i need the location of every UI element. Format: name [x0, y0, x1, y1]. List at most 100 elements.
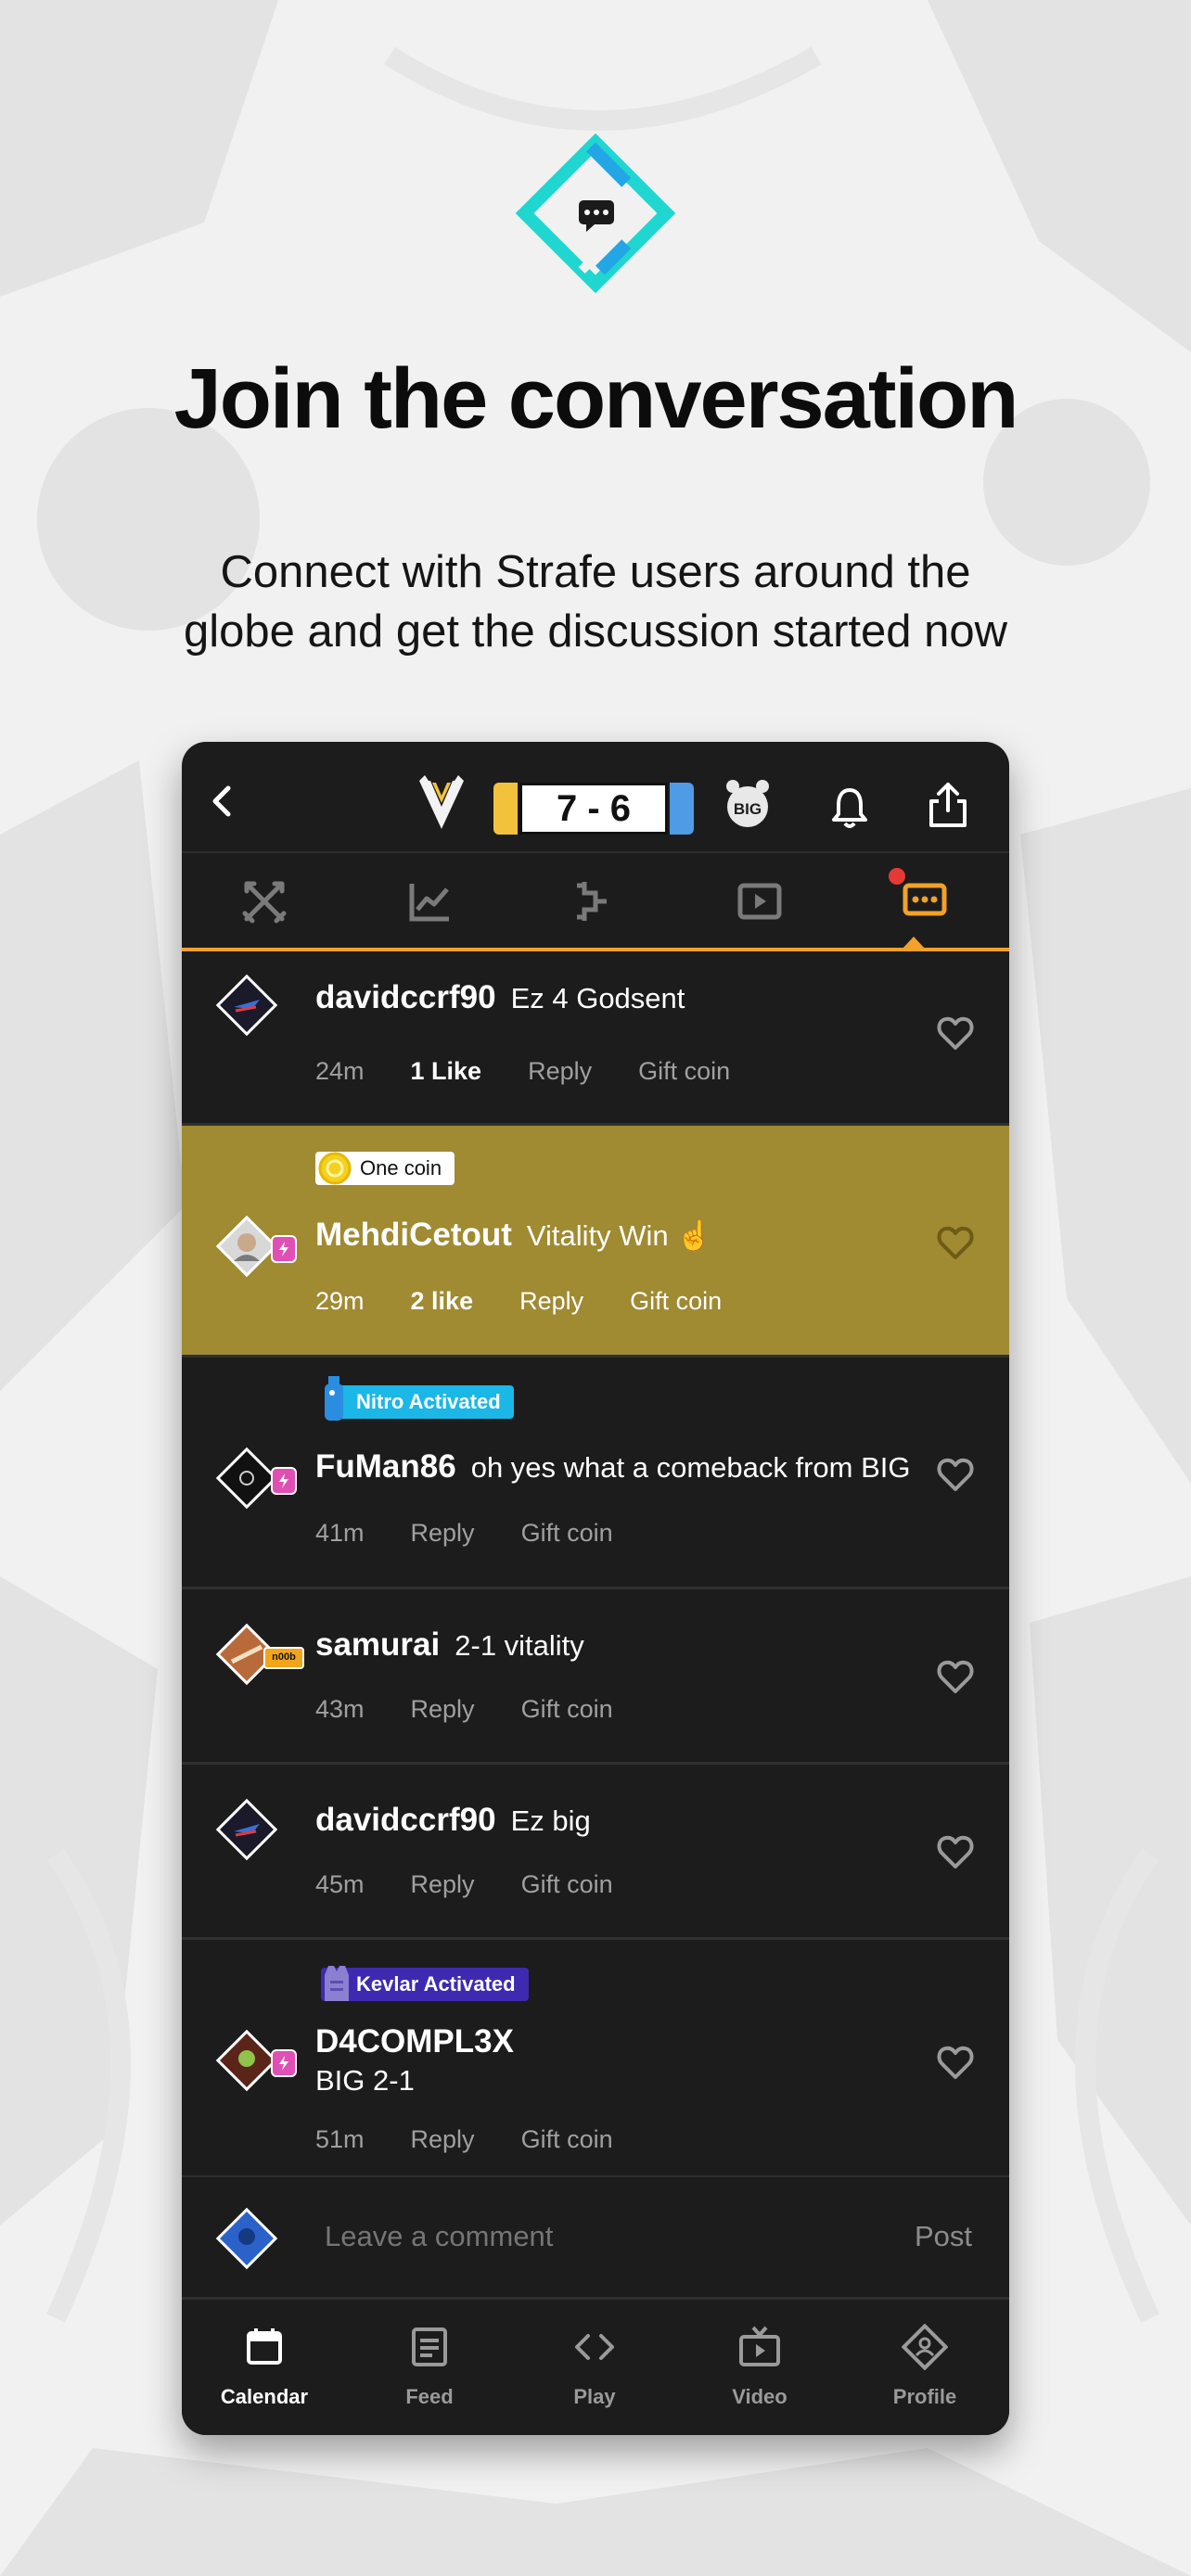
comment-username[interactable]: davidccrf90	[315, 979, 496, 1015]
gift-coin-button[interactable]: Gift coin	[521, 1695, 613, 1723]
avatar-image-icon	[215, 2207, 278, 2270]
post-button[interactable]: Post	[915, 2220, 972, 2253]
nav-play[interactable]: Play	[512, 2300, 677, 2435]
big-logo-icon: BIG	[726, 780, 769, 827]
like-count[interactable]: 2 like	[411, 1287, 474, 1315]
phone-screen: 7 - 6 BIG davidccrf90 Ez 4 Godsent 24m 1…	[182, 742, 1009, 2435]
comment-text: FuMan86 oh yes what a comeback from BIG	[315, 1448, 911, 1486]
comment-username[interactable]: D4COMPL3X	[315, 2023, 514, 2060]
comment-meta: 24m 1 Like Reply Gift coin	[315, 1057, 776, 1086]
reply-button[interactable]: Reply	[411, 1870, 475, 1898]
match-header: 7 - 6 BIG	[182, 742, 1009, 851]
comment-username[interactable]: FuMan86	[315, 1448, 456, 1485]
avatar[interactable]	[215, 1447, 278, 1510]
nav-feed[interactable]: Feed	[347, 2300, 512, 2435]
heart-icon[interactable]	[935, 1831, 976, 1872]
comment-message: Ez big	[510, 1804, 591, 1837]
comment-meta: 51m Reply Gift coin	[315, 2125, 660, 2154]
gift-coin-button[interactable]: Gift coin	[521, 1870, 613, 1898]
share-icon[interactable]	[924, 779, 972, 831]
comment-username[interactable]: MehdiCetout	[315, 1217, 512, 1253]
page-subtitle: Connect with Strafe users around the glo…	[93, 542, 1098, 661]
tab-match[interactable]	[182, 853, 347, 950]
coin-pill-label: One coin	[360, 1156, 442, 1180]
bracket-icon	[577, 882, 607, 921]
comment-message: Ez 4 Godsent	[510, 982, 685, 1014]
tab-chat[interactable]	[842, 853, 1007, 950]
gift-coin-button[interactable]: Gift coin	[521, 1519, 613, 1547]
feed-icon	[412, 2327, 447, 2366]
subtitle-line-1: Connect with Strafe users around the	[220, 547, 971, 597]
active-tab-indicator	[902, 937, 926, 950]
comment-meta: 41m Reply Gift coin	[315, 1519, 660, 1548]
chat-icon	[903, 883, 947, 916]
rank-badge	[271, 2049, 297, 2077]
reply-button[interactable]: Reply	[411, 1519, 475, 1547]
comment-item: davidccrf90 Ez big 45m Reply Gift coin	[182, 1765, 1009, 1940]
avatar[interactable]	[215, 1798, 278, 1861]
current-user-avatar[interactable]	[215, 2207, 278, 2270]
comment-composer: Post	[182, 2175, 1009, 2300]
bell-icon[interactable]	[826, 783, 874, 831]
avatar-image-icon	[215, 1447, 278, 1510]
comment-text: MehdiCetout Vitality Win ☝	[315, 1217, 712, 1254]
comment-item: davidccrf90 Ez 4 Godsent 24m 1 Like Reply Gi…	[182, 951, 1009, 1126]
like-count[interactable]: 1 Like	[411, 1057, 482, 1085]
coin-icon	[318, 1152, 352, 1185]
nav-calendar[interactable]: Calendar	[182, 2300, 347, 2435]
team-1-color	[493, 783, 518, 835]
avatar[interactable]	[215, 2029, 278, 2092]
reply-button[interactable]: Reply	[519, 1287, 583, 1315]
kevlar-pill-label: Kevlar Activated	[356, 1972, 516, 1996]
gift-coin-button[interactable]: Gift coin	[521, 2125, 613, 2153]
coin-pill: One coin	[315, 1152, 455, 1185]
score-text: 7 - 6	[519, 783, 668, 835]
heart-icon[interactable]	[935, 1013, 976, 1053]
chat-diamond-icon	[515, 133, 676, 294]
rank-badge	[271, 1235, 297, 1263]
comment-username[interactable]: davidccrf90	[315, 1802, 496, 1838]
profile-icon	[902, 2324, 948, 2370]
tab-stats[interactable]	[347, 853, 512, 950]
comment-time: 41m	[315, 1519, 365, 1547]
avatar-image-icon	[215, 1798, 278, 1861]
heart-icon[interactable]	[935, 1656, 976, 1697]
vitality-logo-icon	[419, 775, 464, 829]
avatar[interactable]	[215, 974, 278, 1037]
tab-video[interactable]	[677, 853, 842, 950]
nitro-bottle-icon	[325, 1376, 343, 1421]
comment-item: n00b samurai 2-1 vitality 43m Reply Gift co…	[182, 1589, 1009, 1765]
comment-meta: 29m 2 like Reply Gift coin	[315, 1287, 768, 1316]
code-icon	[575, 2334, 614, 2360]
nav-label: Calendar	[220, 2385, 309, 2408]
avatar[interactable]	[215, 1215, 278, 1278]
lightning-icon	[279, 1242, 288, 1256]
avatar-image-icon	[215, 2029, 278, 2092]
match-tabs	[182, 851, 1009, 951]
comment-username[interactable]: samurai	[315, 1626, 440, 1663]
nitro-pill: Nitro Activated	[325, 1376, 514, 1421]
reply-button[interactable]: Reply	[411, 1695, 475, 1723]
heart-icon[interactable]	[935, 2042, 976, 2083]
heart-icon[interactable]	[935, 1222, 976, 1263]
comment-time: 51m	[315, 2125, 365, 2153]
crossed-swords-icon	[242, 881, 287, 924]
gift-coin-button[interactable]: Gift coin	[630, 1287, 722, 1315]
comment-time: 24m	[315, 1057, 365, 1085]
subtitle-line-2: globe and get the discussion started now	[183, 606, 1008, 657]
comment-input[interactable]	[325, 2220, 844, 2253]
comment-text: davidccrf90 Ez 4 Godsent	[315, 979, 685, 1016]
comment-text: davidccrf90 Ez big	[315, 1802, 591, 1839]
comment-item-highlighted: One coin MehdiCetout Vitality Win ☝ 29m 2 …	[182, 1126, 1009, 1358]
heart-icon[interactable]	[935, 1454, 976, 1495]
back-arrow-icon[interactable]	[200, 779, 245, 823]
rank-badge	[271, 1467, 297, 1495]
gift-coin-button[interactable]: Gift coin	[638, 1057, 730, 1085]
reply-button[interactable]: Reply	[528, 1057, 592, 1085]
nav-label: Video	[732, 2385, 788, 2408]
comment-message: oh yes what a comeback from BIG	[470, 1451, 911, 1484]
nav-video[interactable]: Video	[677, 2300, 842, 2435]
nav-profile[interactable]: Profile	[842, 2300, 1007, 2435]
reply-button[interactable]: Reply	[411, 2125, 475, 2153]
tab-bracket[interactable]	[512, 853, 677, 950]
